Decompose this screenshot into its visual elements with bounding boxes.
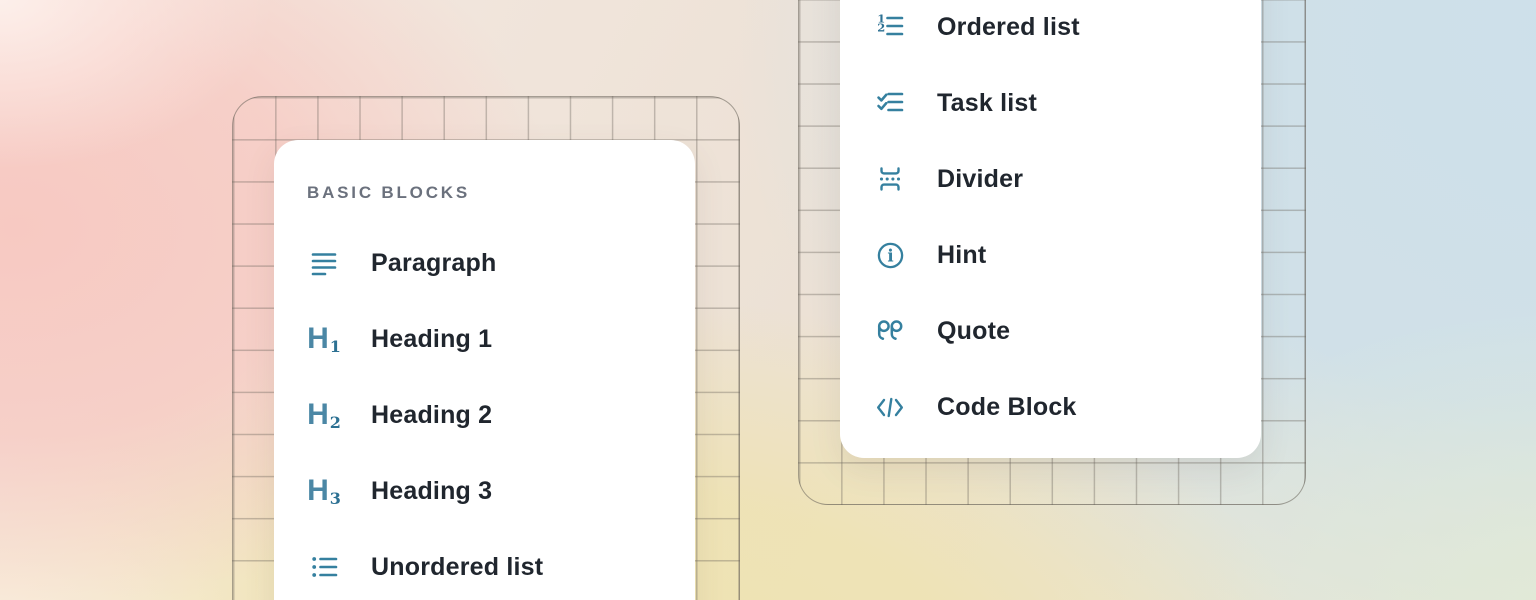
heading-3-icon: H3 bbox=[307, 476, 341, 506]
menu-item-task-list[interactable]: Task list bbox=[873, 65, 1261, 141]
quote-icon bbox=[873, 318, 907, 345]
task-list-icon bbox=[873, 89, 907, 117]
menu-item-hint[interactable]: i Hint bbox=[873, 217, 1261, 293]
menu-item-label: Task list bbox=[937, 89, 1037, 118]
ordered-list-icon: 1 2 bbox=[873, 13, 907, 41]
code-block-icon bbox=[873, 394, 907, 421]
menu-item-code-block[interactable]: Code Block bbox=[873, 369, 1261, 445]
svg-text:2: 2 bbox=[877, 20, 885, 34]
section-label: BASIC BLOCKS bbox=[307, 184, 695, 201]
svg-text:i: i bbox=[887, 246, 893, 265]
menu-item-heading-1[interactable]: H1 Heading 1 bbox=[307, 301, 695, 377]
menu-item-label: Paragraph bbox=[371, 249, 496, 278]
menu-item-label: Unordered list bbox=[371, 553, 543, 582]
menu-item-heading-3[interactable]: H3 Heading 3 bbox=[307, 453, 695, 529]
menu-item-label: Heading 3 bbox=[371, 477, 492, 506]
paragraph-icon bbox=[307, 249, 341, 277]
menu-item-unordered-list[interactable]: Unordered list bbox=[307, 529, 695, 600]
heading-2-icon: H2 bbox=[307, 400, 341, 430]
menu-item-label: Heading 1 bbox=[371, 325, 492, 354]
blocks-menu-card-continued: 1 2 Ordered list Task list bbox=[840, 0, 1261, 458]
hero-background: BASIC BLOCKS Paragraph H1 Heading 1 H2 H… bbox=[0, 0, 1536, 600]
menu-item-heading-2[interactable]: H2 Heading 2 bbox=[307, 377, 695, 453]
heading-1-icon: H1 bbox=[307, 324, 341, 354]
hint-icon: i bbox=[873, 240, 907, 271]
menu-item-ordered-list[interactable]: 1 2 Ordered list bbox=[873, 0, 1261, 65]
menu-item-label: Heading 2 bbox=[371, 401, 492, 430]
menu-item-paragraph[interactable]: Paragraph bbox=[307, 225, 695, 301]
menu-item-label: Divider bbox=[937, 165, 1023, 194]
basic-blocks-menu-card: BASIC BLOCKS Paragraph H1 Heading 1 H2 H… bbox=[274, 140, 695, 600]
unordered-list-icon bbox=[307, 553, 341, 581]
menu-item-label: Ordered list bbox=[937, 13, 1080, 42]
divider-icon bbox=[873, 165, 907, 193]
menu-item-quote[interactable]: Quote bbox=[873, 293, 1261, 369]
menu-item-label: Quote bbox=[937, 317, 1010, 346]
menu-item-label: Hint bbox=[937, 241, 986, 270]
menu-item-label: Code Block bbox=[937, 393, 1077, 422]
menu-item-divider[interactable]: Divider bbox=[873, 141, 1261, 217]
